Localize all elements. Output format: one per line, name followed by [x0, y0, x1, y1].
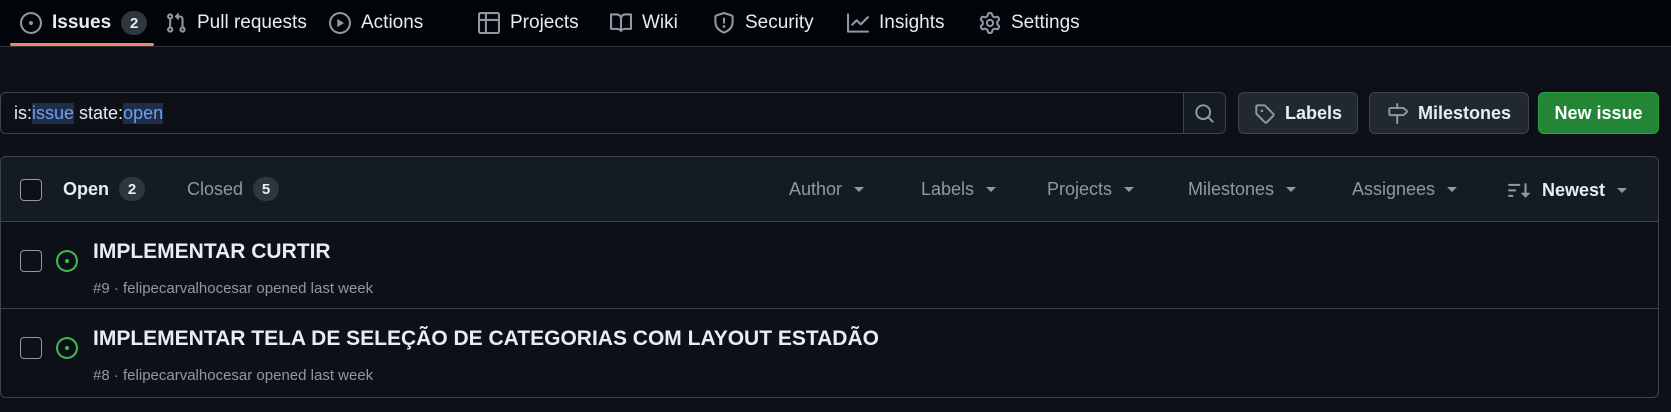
- closed-count-badge: 5: [253, 177, 280, 201]
- tab-pull-requests[interactable]: Pull requests: [165, 0, 307, 46]
- author-filter[interactable]: Author: [789, 179, 865, 200]
- search-input[interactable]: is: issue state: open: [1, 93, 1183, 133]
- shield-icon: [713, 12, 735, 34]
- play-icon: [329, 12, 351, 34]
- gear-icon: [979, 12, 1001, 34]
- repo-nav: Issues 2 Pull requests Actions Projects …: [0, 0, 1671, 47]
- tab-wiki[interactable]: Wiki: [610, 0, 678, 46]
- caret-down-icon: [1617, 187, 1628, 193]
- issues-list-header: Open 2 Closed 5 Author Labels Projects M…: [1, 157, 1658, 222]
- search-button[interactable]: [1183, 93, 1225, 133]
- caret-down-icon: [1124, 187, 1135, 192]
- issue-row: IMPLEMENTAR CURTIR #9 · felipecarvalhoce…: [1, 222, 1658, 309]
- tab-projects-label: Projects: [510, 12, 579, 33]
- issues-count-badge: 2: [121, 11, 148, 35]
- milestones-button[interactable]: Milestones: [1369, 92, 1529, 134]
- closed-label: Closed: [187, 178, 244, 199]
- caret-down-icon: [854, 187, 865, 192]
- table-icon: [478, 12, 500, 34]
- issue-row: IMPLEMENTAR TELA DE SELEÇÃO DE CATEGORIA…: [1, 309, 1658, 396]
- issue-title-link[interactable]: IMPLEMENTAR CURTIR: [93, 240, 331, 264]
- milestone-icon: [1387, 102, 1408, 124]
- labels-filter-label: Labels: [921, 179, 975, 199]
- tab-projects[interactable]: Projects: [478, 0, 579, 46]
- caret-down-icon: [986, 187, 997, 192]
- issue-meta: #9 · felipecarvalhocesar opened last wee…: [93, 280, 374, 297]
- sort-label: Newest: [1542, 179, 1606, 200]
- tab-insights-label: Insights: [879, 12, 945, 33]
- author-filter-label: Author: [789, 179, 843, 199]
- labels-filter[interactable]: Labels: [921, 179, 997, 200]
- issue-checkbox[interactable]: [20, 337, 42, 359]
- tab-security-label: Security: [745, 12, 814, 33]
- open-issues-tab[interactable]: Open 2: [63, 177, 146, 201]
- query-value-open: open: [123, 102, 164, 124]
- query-qualifier-state: state:: [74, 102, 124, 123]
- caret-down-icon: [1447, 187, 1458, 192]
- query-qualifier-is: is:: [14, 102, 32, 123]
- milestones-button-label: Milestones: [1417, 102, 1512, 123]
- tab-wiki-label: Wiki: [642, 12, 678, 33]
- tab-security[interactable]: Security: [713, 0, 814, 46]
- query-value-issue: issue: [32, 102, 75, 124]
- issue-checkbox[interactable]: [20, 250, 42, 272]
- issue-opened-icon: [56, 337, 78, 359]
- projects-filter-label: Projects: [1047, 179, 1113, 199]
- sort-dropdown[interactable]: Newest: [1508, 179, 1628, 201]
- milestones-filter[interactable]: Milestones: [1188, 179, 1297, 200]
- tab-issues-label: Issues: [52, 12, 112, 33]
- tag-icon: [1254, 103, 1275, 124]
- issues-list: Open 2 Closed 5 Author Labels Projects M…: [0, 156, 1659, 398]
- select-all-checkbox[interactable]: [20, 179, 42, 201]
- issue-search: is: issue state: open: [0, 92, 1226, 134]
- tab-settings[interactable]: Settings: [979, 0, 1080, 46]
- tab-pull-requests-label: Pull requests: [197, 12, 307, 33]
- selected-tab-underline: [10, 43, 154, 46]
- labels-button-label: Labels: [1284, 102, 1343, 123]
- tab-actions[interactable]: Actions: [329, 0, 423, 46]
- git-pull-request-icon: [165, 12, 187, 34]
- book-icon: [610, 12, 632, 34]
- issue-meta: #8 · felipecarvalhocesar opened last wee…: [93, 367, 374, 384]
- issue-opened-icon: [20, 12, 42, 34]
- tab-issues[interactable]: Issues 2: [20, 0, 148, 46]
- open-label: Open: [63, 178, 110, 199]
- labels-button[interactable]: Labels: [1238, 92, 1358, 134]
- new-issue-button[interactable]: New issue: [1538, 92, 1659, 134]
- assignees-filter-label: Assignees: [1352, 179, 1436, 199]
- tab-actions-label: Actions: [361, 12, 424, 33]
- issue-title-link[interactable]: IMPLEMENTAR TELA DE SELEÇÃO DE CATEGORIA…: [93, 327, 879, 351]
- closed-issues-tab[interactable]: Closed 5: [187, 177, 280, 201]
- issue-opened-icon: [56, 250, 78, 272]
- projects-filter[interactable]: Projects: [1047, 179, 1135, 200]
- milestones-filter-label: Milestones: [1188, 179, 1275, 199]
- graph-icon: [847, 12, 869, 34]
- caret-down-icon: [1286, 187, 1297, 192]
- assignees-filter[interactable]: Assignees: [1352, 179, 1458, 200]
- tab-settings-label: Settings: [1011, 12, 1080, 33]
- search-icon: [1194, 103, 1215, 124]
- tab-insights[interactable]: Insights: [847, 0, 944, 46]
- sort-desc-icon: [1508, 179, 1530, 201]
- open-count-badge: 2: [119, 177, 146, 201]
